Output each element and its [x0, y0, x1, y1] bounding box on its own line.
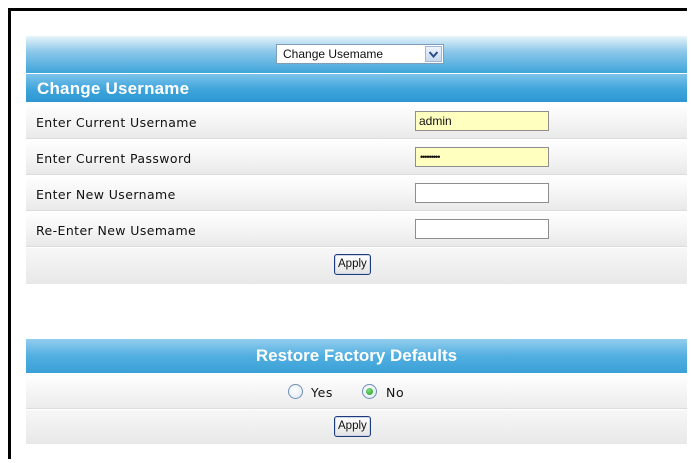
restore-defaults-header: Restore Factory Defaults	[26, 339, 687, 373]
restore-yes-label: Yes	[311, 385, 333, 400]
section-select[interactable]: Change Usemame	[276, 44, 444, 64]
restore-no-radio[interactable]	[362, 384, 377, 399]
section-select-value: Change Usemame	[283, 47, 384, 61]
current-username-field[interactable]: admin	[415, 111, 549, 131]
select-dropdown-button[interactable]	[425, 46, 442, 62]
restore-defaults-title: Restore Factory Defaults	[255, 346, 458, 365]
restore-no-label: No	[386, 385, 405, 400]
restore-apply-button[interactable]: Apply	[334, 416, 371, 437]
change-username-apply-row: Apply	[26, 248, 687, 284]
reenter-username-label: Re-Enter New Usemame	[36, 223, 197, 238]
reenter-username-row: Re-Enter New Usemame	[26, 212, 687, 247]
new-username-row: Enter New Username	[26, 176, 687, 211]
current-password-field[interactable]: •••••••••	[415, 147, 549, 167]
new-username-field[interactable]	[415, 183, 549, 203]
current-username-row: Enter Current Username admin	[26, 104, 687, 139]
current-password-value: •••••••••	[420, 152, 440, 162]
radio-selected-dot	[366, 388, 373, 395]
section-selector-bar: Change Usemame	[26, 36, 687, 73]
new-username-label: Enter New Username	[36, 187, 176, 202]
change-username-header: Change Username	[26, 74, 687, 102]
chevron-down-icon	[429, 51, 438, 58]
change-username-apply-button[interactable]: Apply	[334, 254, 371, 275]
restore-options-row: Yes No	[26, 374, 687, 409]
change-username-title: Change Username	[37, 79, 190, 98]
current-password-label: Enter Current Password	[36, 151, 192, 166]
current-username-value: admin	[419, 114, 452, 128]
restore-apply-row: Apply	[26, 410, 687, 444]
reenter-username-field[interactable]	[415, 219, 549, 239]
restore-yes-radio[interactable]	[288, 384, 303, 399]
current-username-label: Enter Current Username	[36, 115, 197, 130]
current-password-row: Enter Current Password •••••••••	[26, 140, 687, 175]
